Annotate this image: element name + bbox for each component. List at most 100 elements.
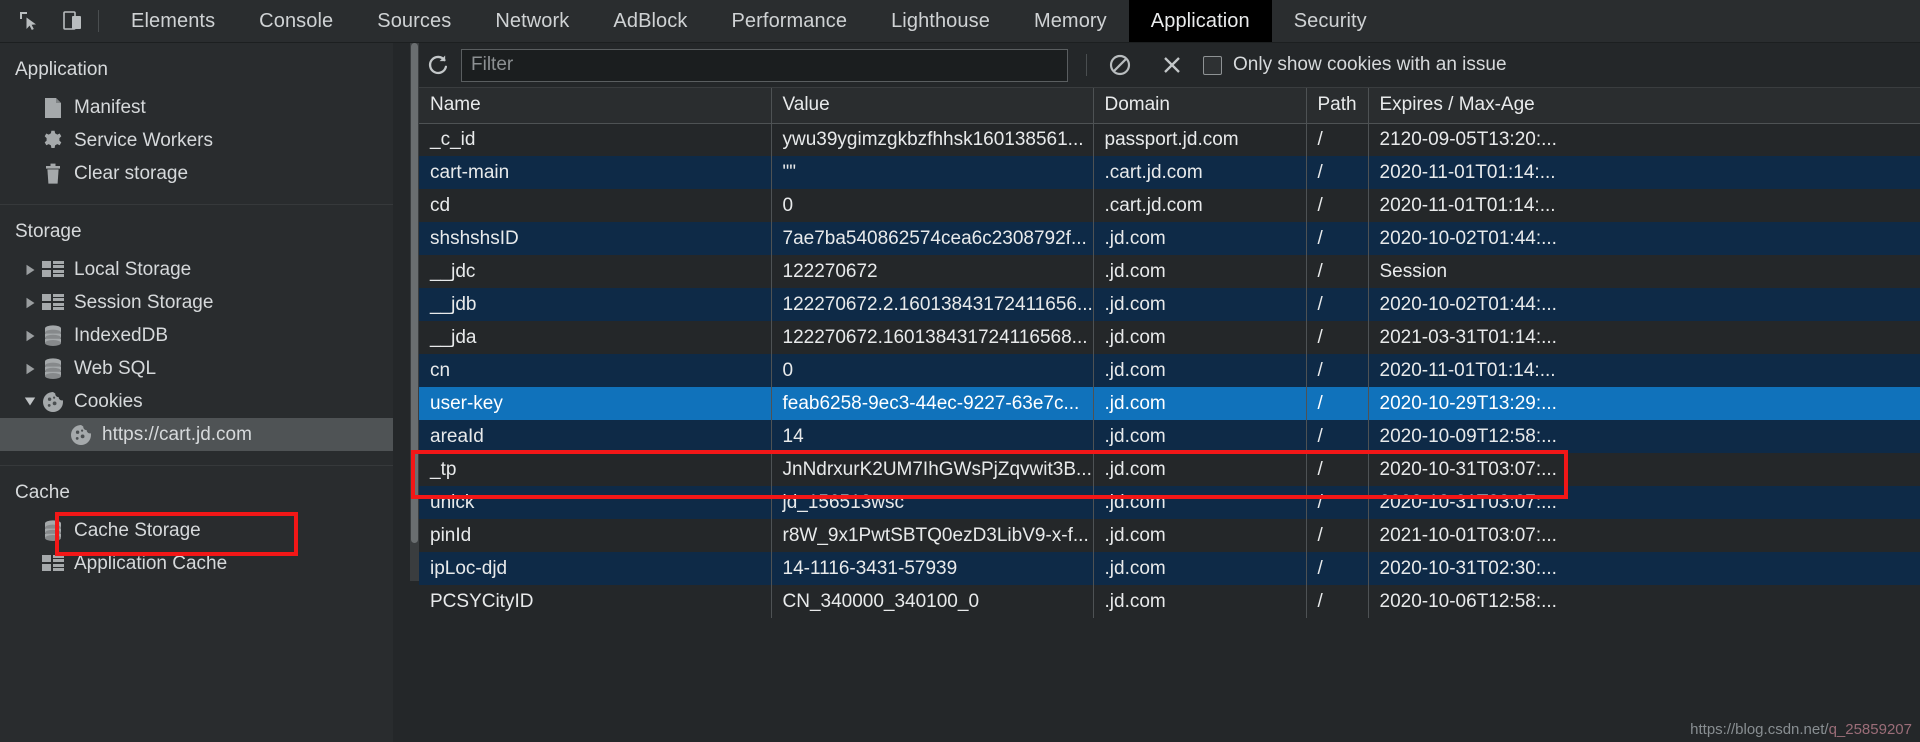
- cell-domain[interactable]: .jd.com: [1093, 387, 1307, 420]
- refresh-icon[interactable]: [419, 46, 457, 84]
- table-row[interactable]: cn 0 .jd.com/2020-11-01T01:14:...: [419, 354, 1920, 387]
- cell-domain[interactable]: .jd.com: [1093, 222, 1307, 255]
- cell-expires[interactable]: 2020-10-06T12:58:...: [1368, 585, 1920, 618]
- cell-expires[interactable]: Session: [1368, 255, 1920, 288]
- cell-domain[interactable]: passport.jd.com: [1093, 123, 1307, 156]
- tab-lighthouse[interactable]: Lighthouse: [869, 0, 1012, 42]
- cell-name[interactable]: cd: [419, 189, 772, 222]
- column-header-path[interactable]: Path: [1306, 88, 1369, 124]
- cell-path[interactable]: /: [1306, 354, 1369, 387]
- column-header-value[interactable]: Value: [771, 88, 1094, 124]
- table-row[interactable]: pinId r8W_9x1PwtSBTQ0ezD3LibV9-x-f... .jd.…: [419, 519, 1920, 552]
- device-toolbar-icon[interactable]: [58, 6, 88, 36]
- cell-expires[interactable]: 2120-09-05T13:20:...: [1368, 123, 1920, 156]
- tab-adblock[interactable]: AdBlock: [591, 0, 709, 42]
- table-row[interactable]: user-key feab6258-9ec3-44ec-9227-63e7c...…: [419, 387, 1920, 420]
- cell-path[interactable]: /: [1306, 189, 1369, 222]
- table-row[interactable]: __jdc 122270672 .jd.com / Session: [419, 255, 1920, 288]
- sidebar-item-session-storage[interactable]: Session Storage: [0, 286, 393, 319]
- tab-memory[interactable]: Memory: [1012, 0, 1129, 42]
- filter-input[interactable]: [461, 48, 1068, 82]
- chevron-right-icon[interactable]: [20, 297, 40, 309]
- cell-name[interactable]: cn: [419, 354, 772, 387]
- cell-value[interactable]: CN_340000_340100_0: [771, 585, 1094, 618]
- tab-performance[interactable]: Performance: [709, 0, 869, 42]
- cell-path[interactable]: /: [1306, 519, 1369, 552]
- cell-value[interactable]: 122270672.160138431724116568...: [771, 321, 1094, 354]
- tab-elements[interactable]: Elements: [109, 0, 237, 42]
- table-row[interactable]: PCSYCityID CN_340000_340100_0 .jd.com/2020…: [419, 585, 1920, 618]
- cell-path[interactable]: /: [1306, 420, 1369, 453]
- inspect-element-icon[interactable]: [14, 6, 44, 36]
- cell-domain[interactable]: .jd.com: [1093, 486, 1307, 519]
- cell-domain[interactable]: .cart.jd.com: [1093, 156, 1307, 189]
- cell-expires[interactable]: 2020-11-01T01:14:...: [1368, 189, 1920, 222]
- cell-domain[interactable]: .cart.jd.com: [1093, 189, 1307, 222]
- chevron-right-icon[interactable]: [20, 363, 40, 375]
- cell-name[interactable]: user-key: [419, 387, 772, 420]
- cell-name[interactable]: __jdb: [419, 288, 772, 321]
- cell-path[interactable]: /: [1306, 585, 1369, 618]
- cell-value[interactable]: jd_156513wsc: [771, 486, 1094, 519]
- column-header-name[interactable]: Name: [419, 88, 772, 124]
- table-row[interactable]: __jdb 122270672.2.16013843172411656... .jd…: [419, 288, 1920, 321]
- delete-selected-cookie-icon[interactable]: [1153, 46, 1191, 84]
- cell-path[interactable]: /: [1306, 453, 1369, 486]
- cell-expires[interactable]: 2020-11-01T01:14:...: [1368, 156, 1920, 189]
- cell-expires[interactable]: 2020-11-01T01:14:...: [1368, 354, 1920, 387]
- cookies-table-container[interactable]: Name Value Domain Path Expires / Max-Age _c_…: [419, 88, 1920, 742]
- panel-splitter[interactable]: [393, 43, 410, 742]
- cell-expires[interactable]: 2020-10-31T03:07:...: [1368, 486, 1920, 519]
- clear-all-cookies-icon[interactable]: [1101, 46, 1139, 84]
- table-row[interactable]: ipLoc-djd 14-1116-3431-57939 .jd.com/2020-…: [419, 552, 1920, 585]
- tab-sources[interactable]: Sources: [355, 0, 473, 42]
- cell-expires[interactable]: 2020-10-02T01:44:...: [1368, 222, 1920, 255]
- table-row[interactable]: areaId 14 .jd.com/2020-10-09T12:58:...: [419, 420, 1920, 453]
- column-header-domain[interactable]: Domain: [1093, 88, 1307, 124]
- cell-name[interactable]: shshshsID: [419, 222, 772, 255]
- cell-domain[interactable]: .jd.com: [1093, 552, 1307, 585]
- chevron-right-icon[interactable]: [20, 264, 40, 276]
- cell-path[interactable]: /: [1306, 222, 1369, 255]
- cell-domain[interactable]: .jd.com: [1093, 288, 1307, 321]
- cell-name[interactable]: ipLoc-djd: [419, 552, 772, 585]
- cell-expires[interactable]: 2021-03-31T01:14:...: [1368, 321, 1920, 354]
- cell-domain[interactable]: .jd.com: [1093, 585, 1307, 618]
- cell-value[interactable]: "": [771, 156, 1094, 189]
- cell-domain[interactable]: .jd.com: [1093, 420, 1307, 453]
- table-row[interactable]: _tp JnNdrxurK2UM7IhGWsPjZqvwit3B... .jd.co…: [419, 453, 1920, 486]
- cell-value[interactable]: 14-1116-3431-57939: [771, 552, 1094, 585]
- tab-application[interactable]: Application: [1128, 0, 1272, 42]
- tab-console[interactable]: Console: [237, 0, 355, 42]
- chevron-right-icon[interactable]: [20, 330, 40, 342]
- cell-value[interactable]: 0: [771, 189, 1094, 222]
- sidebar-item-cookies[interactable]: Cookies: [0, 385, 393, 418]
- application-sidebar[interactable]: Application Manifest Service Workers Clear …: [0, 43, 393, 742]
- cell-expires[interactable]: 2020-10-02T01:44:...: [1368, 288, 1920, 321]
- sidebar-item-service-workers[interactable]: Service Workers: [0, 124, 393, 157]
- cell-path[interactable]: /: [1306, 156, 1369, 189]
- tab-security[interactable]: Security: [1272, 0, 1389, 42]
- cell-expires[interactable]: 2020-10-29T13:29:...: [1368, 387, 1920, 420]
- cell-name[interactable]: _c_id: [419, 123, 772, 156]
- cell-value[interactable]: 0: [771, 354, 1094, 387]
- sidebar-item-cache-storage[interactable]: Cache Storage: [0, 514, 393, 547]
- table-row[interactable]: _c_id ywu39ygimzgkbzfhhsk160138561... pass…: [419, 123, 1920, 156]
- column-header-expires-max-age[interactable]: Expires / Max-Age: [1368, 88, 1920, 124]
- cell-path[interactable]: /: [1306, 123, 1369, 156]
- cell-value[interactable]: feab6258-9ec3-44ec-9227-63e7c...: [771, 387, 1094, 420]
- table-row[interactable]: shshshsID 7ae7ba540862574cea6c2308792f...…: [419, 222, 1920, 255]
- cell-value[interactable]: 122270672.2.16013843172411656...: [771, 288, 1094, 321]
- cell-path[interactable]: /: [1306, 288, 1369, 321]
- cell-expires[interactable]: 2020-10-31T03:07:...: [1368, 453, 1920, 486]
- cell-name[interactable]: PCSYCityID: [419, 585, 772, 618]
- cell-value[interactable]: JnNdrxurK2UM7IhGWsPjZqvwit3B...: [771, 453, 1094, 486]
- cell-name[interactable]: unick: [419, 486, 772, 519]
- sidebar-item-indexeddb[interactable]: IndexedDB: [0, 319, 393, 352]
- cell-value[interactable]: 122270672: [771, 255, 1094, 288]
- table-row[interactable]: cd 0 .cart.jd.com/2020-11-01T01:14:...: [419, 189, 1920, 222]
- sidebar-item-web-sql[interactable]: Web SQL: [0, 352, 393, 385]
- cell-domain[interactable]: .jd.com: [1093, 255, 1307, 288]
- cell-value[interactable]: ywu39ygimzgkbzfhhsk160138561...: [771, 123, 1094, 156]
- cell-domain[interactable]: .jd.com: [1093, 321, 1307, 354]
